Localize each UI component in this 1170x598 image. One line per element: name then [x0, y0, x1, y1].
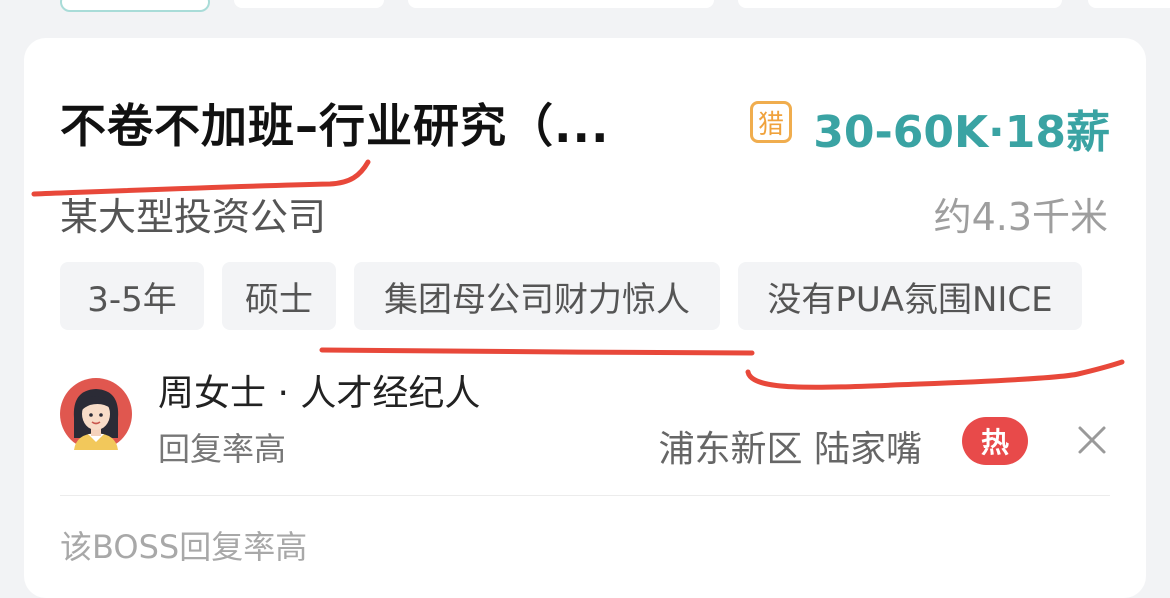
tag-culture: 没有PUA氛围NICE	[738, 262, 1082, 330]
top-filter-strip	[0, 0, 1170, 36]
job-title[interactable]: 不卷不加班–行业研究（...	[60, 90, 700, 156]
company-name[interactable]: 某大型投资公司	[60, 186, 326, 241]
avatar[interactable]	[60, 378, 132, 450]
job-location: 浦东新区 陆家嘴	[658, 429, 922, 470]
tag-experience: 3-5年	[60, 262, 204, 330]
distance: 约4.3千米	[933, 195, 1108, 239]
top-filter-chip[interactable]	[738, 0, 1062, 8]
top-filter-chip[interactable]	[1088, 0, 1170, 8]
recruiter-name: 周女士 · 人才经纪人	[158, 373, 481, 414]
avatar-illustration	[60, 378, 132, 450]
top-filter-chip[interactable]	[408, 0, 714, 8]
tag-education: 硕士	[222, 262, 336, 330]
close-icon[interactable]	[1072, 420, 1112, 460]
hunter-badge: 猎	[750, 101, 792, 143]
top-filter-chip[interactable]	[234, 0, 384, 8]
salary: 30-60K·18薪	[813, 107, 1110, 158]
tag-company-strength: 集团母公司财力惊人	[354, 262, 720, 330]
hot-badge: 热	[962, 417, 1028, 465]
divider	[60, 495, 1110, 496]
boss-reply-note: 该BOSS回复率高	[60, 528, 308, 566]
close-icon-glyph	[1078, 426, 1106, 454]
top-filter-chip-active[interactable]	[60, 0, 210, 12]
reply-rate: 回复率高	[158, 430, 287, 468]
